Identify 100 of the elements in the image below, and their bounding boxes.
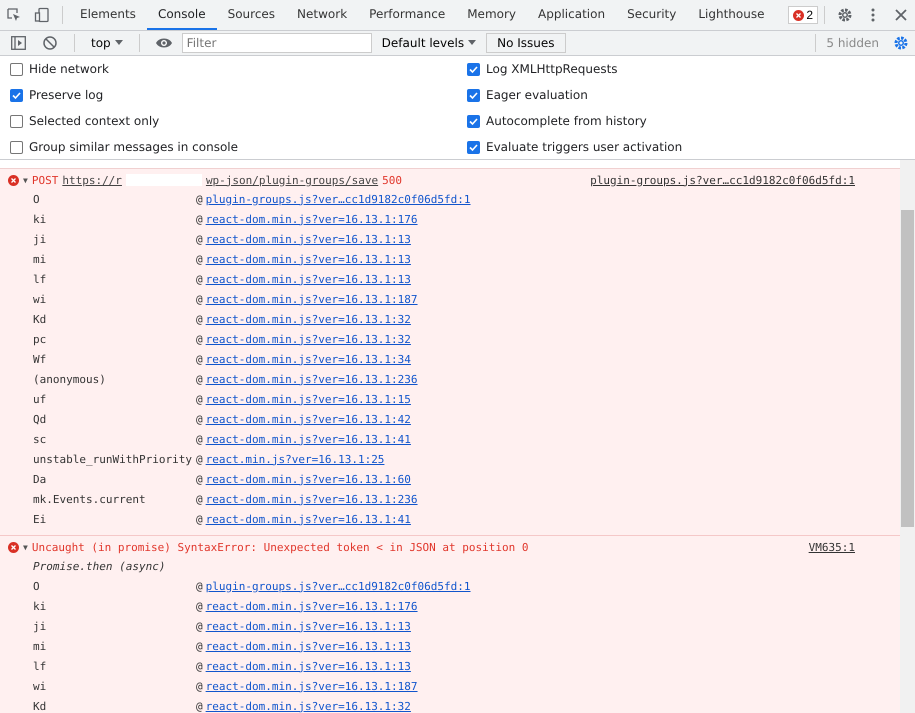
stack-link[interactable]: react-dom.min.js?ver=16.13.1:15 (206, 392, 411, 406)
at-sign: @ (196, 232, 203, 246)
function-name: wi (33, 292, 48, 306)
stack-link[interactable]: react-dom.min.js?ver=16.13.1:41 (206, 512, 411, 526)
function-name: Ei (33, 512, 48, 526)
checkbox[interactable] (467, 114, 480, 128)
stack-link[interactable]: react-dom.min.js?ver=16.13.1:236 (206, 372, 418, 386)
function-name: O (33, 192, 41, 206)
request-url[interactable]: wp-json/plugin-groups/save (206, 174, 378, 186)
checkbox-label: Evaluate triggers user activation (486, 140, 682, 154)
stack-link[interactable]: react-dom.min.js?ver=16.13.1:176 (206, 212, 418, 226)
stack-link[interactable]: react-dom.min.js?ver=16.13.1:34 (206, 352, 411, 366)
stack-link[interactable]: react-dom.min.js?ver=16.13.1:32 (206, 312, 411, 326)
function-name: Da (33, 472, 48, 486)
stack-link[interactable]: react-dom.min.js?ver=16.13.1:13 (206, 252, 411, 266)
expand-toggle[interactable]: ▼ (23, 542, 28, 552)
at-sign: @ (196, 252, 203, 266)
panel-tab[interactable]: Memory (456, 0, 528, 30)
function-name: mi (33, 640, 48, 652)
panel-tab[interactable]: Lighthouse (687, 0, 776, 30)
function-name: mi (33, 252, 48, 266)
checkbox[interactable] (10, 88, 23, 102)
at-sign: @ (196, 432, 203, 446)
source-link[interactable]: VM635:1 (808, 540, 855, 554)
function-name: (anonymous) (33, 372, 107, 386)
stack-link[interactable]: plugin-groups.js?ver…cc1d9182c0f06d5fd:1 (206, 580, 471, 592)
filter-field[interactable]: Filter (182, 33, 372, 53)
expand-toggle[interactable]: ▼ (23, 176, 28, 184)
caret-icon (114, 40, 123, 46)
function-name: lf (33, 272, 48, 286)
panel-tab[interactable]: Network (286, 0, 358, 30)
scrollbar[interactable] (900, 160, 915, 713)
checkbox-label: Group similar messages in console (29, 140, 238, 154)
context-dropdown[interactable]: top (85, 35, 129, 51)
at-sign: @ (196, 680, 203, 692)
at-sign: @ (196, 352, 203, 366)
function-name: mk.Events.current (33, 492, 147, 506)
stack-link[interactable]: react.min.js?ver=16.13.1:25 (206, 452, 384, 466)
checkbox[interactable] (467, 62, 480, 76)
at-sign: @ (196, 372, 203, 386)
error-count-badge[interactable]: 2 (788, 6, 818, 24)
caret-icon (468, 40, 476, 46)
function-name: wi (33, 680, 48, 692)
panel-tab[interactable]: Security (616, 0, 688, 30)
stack-link[interactable]: react-dom.min.js?ver=16.13.1:187 (206, 292, 418, 306)
at-sign: @ (196, 452, 203, 466)
at-sign: @ (196, 332, 203, 346)
stack-link[interactable]: react-dom.min.js?ver=16.13.1:187 (206, 680, 418, 692)
panel-tab[interactable]: Sources (216, 0, 286, 30)
stack-link[interactable]: react-dom.min.js?ver=16.13.1:13 (206, 660, 411, 672)
stack-link[interactable]: plugin-groups.js?ver…cc1d9182c0f06d5fd:1 (206, 192, 471, 206)
stack-link[interactable]: react-dom.min.js?ver=16.13.1:42 (206, 412, 411, 426)
function-name: ji (33, 620, 48, 632)
stack-link[interactable]: react-dom.min.js?ver=16.13.1:32 (206, 332, 411, 346)
checkbox-label: Hide network (29, 62, 109, 76)
stack-link[interactable]: react-dom.min.js?ver=16.13.1:176 (206, 600, 418, 612)
message-text: POST (32, 174, 58, 186)
stack-link[interactable]: react-dom.min.js?ver=16.13.1:13 (206, 620, 411, 632)
source-link[interactable]: plugin-groups.js?ver…cc1d9182c0f06d5fd:1 (590, 174, 855, 186)
checkbox-label: Eager evaluation (486, 88, 588, 102)
scroll-thumb[interactable] (901, 210, 914, 527)
function-name: O (33, 580, 41, 592)
stack-link[interactable]: react-dom.min.js?ver=16.13.1:236 (206, 492, 418, 506)
function-name: ji (33, 232, 48, 246)
issues-button[interactable]: No Issues (486, 33, 566, 53)
error-icon (8, 174, 19, 186)
function-name: Wf (33, 352, 48, 366)
request-url[interactable]: https://r (62, 174, 122, 186)
at-sign: @ (196, 620, 203, 632)
panel-tab[interactable]: Performance (358, 0, 456, 30)
at-sign: @ (196, 292, 203, 306)
function-name: unstable_runWithPriority (33, 452, 193, 466)
at-sign: @ (196, 472, 203, 486)
at-sign: @ (196, 192, 203, 206)
checkbox[interactable] (10, 114, 23, 128)
checkbox[interactable] (467, 88, 480, 102)
checkbox[interactable] (10, 140, 23, 154)
error-icon (8, 542, 19, 552)
stack-link[interactable]: react-dom.min.js?ver=16.13.1:32 (206, 700, 411, 712)
function-name: Kd (33, 700, 48, 712)
function-name: Qd (33, 412, 48, 426)
message-text: Uncaught (in promise) SyntaxError: Unexpected token < in JSON at position 0 (32, 540, 529, 554)
at-sign: @ (196, 660, 203, 672)
stack-link[interactable]: react-dom.min.js?ver=16.13.1:41 (206, 432, 411, 446)
stack-link[interactable]: react-dom.min.js?ver=16.13.1:13 (206, 272, 411, 286)
panel-tab[interactable]: Application (527, 0, 616, 30)
function-name: ki (33, 212, 48, 226)
stack-link[interactable]: react-dom.min.js?ver=16.13.1:13 (206, 232, 411, 246)
log-levels-dropdown[interactable]: Default levels (376, 35, 482, 51)
function-name: pc (33, 332, 48, 346)
stack-link[interactable]: react-dom.min.js?ver=16.13.1:60 (206, 472, 411, 486)
checkbox[interactable] (10, 62, 23, 76)
checkbox[interactable] (467, 140, 480, 154)
status-code: 500 (382, 174, 402, 186)
stack-link[interactable]: react-dom.min.js?ver=16.13.1:13 (206, 640, 411, 652)
panel-tab[interactable]: Elements (69, 0, 147, 30)
checkbox-label: Selected context only (29, 114, 160, 128)
function-name: uf (33, 392, 48, 406)
function-name: lf (33, 660, 48, 672)
hidden-count: 5 hidden (826, 36, 879, 50)
